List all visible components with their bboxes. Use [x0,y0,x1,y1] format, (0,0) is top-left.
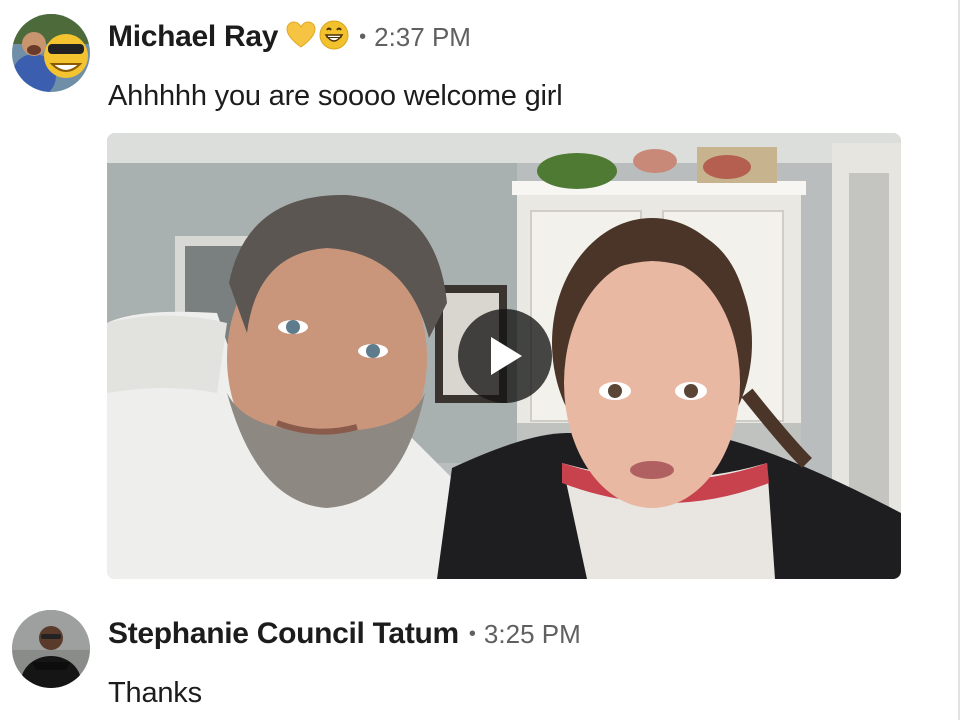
author-name[interactable]: Michael Ray [108,20,278,54]
author-name[interactable]: Stephanie Council Tatum [108,617,459,651]
message-text: Thanks [108,677,202,709]
message-michael-ray: Michael Ray • 2:37 PM Ahhhhh you are soo… [0,0,958,590]
grinning-face-icon [319,20,349,55]
yellow-heart-icon [286,20,316,54]
separator-dot: • [359,25,367,48]
message-header: Michael Ray • 2:37 PM [108,17,471,57]
play-icon [491,337,522,375]
timestamp[interactable]: 2:37 PM [374,22,471,53]
play-button[interactable] [458,309,552,403]
timestamp[interactable]: 3:25 PM [484,619,581,650]
message-header: Stephanie Council Tatum • 3:25 PM [108,614,581,654]
avatar[interactable] [12,610,90,688]
separator-dot: • [468,622,476,645]
message-stephanie-council-tatum: Stephanie Council Tatum • 3:25 PM Thanks [0,590,958,720]
message-text: Ahhhhh you are soooo welcome girl [108,80,563,112]
avatar[interactable] [12,14,90,92]
